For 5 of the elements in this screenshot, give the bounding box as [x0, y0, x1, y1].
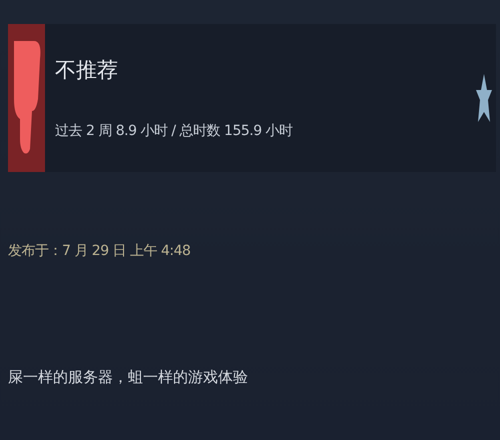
- star-icon: [476, 74, 492, 122]
- review-text: 屎一样的服务器，蛆一样的游戏体验: [8, 368, 249, 387]
- recommendation-title: 不推荐: [55, 57, 119, 84]
- posted-date: 发布于：7 月 29 日 上午 4:48: [8, 242, 192, 260]
- playtime-text: 过去 2 周 8.9 小时 / 总时数 155.9 小时: [55, 122, 294, 140]
